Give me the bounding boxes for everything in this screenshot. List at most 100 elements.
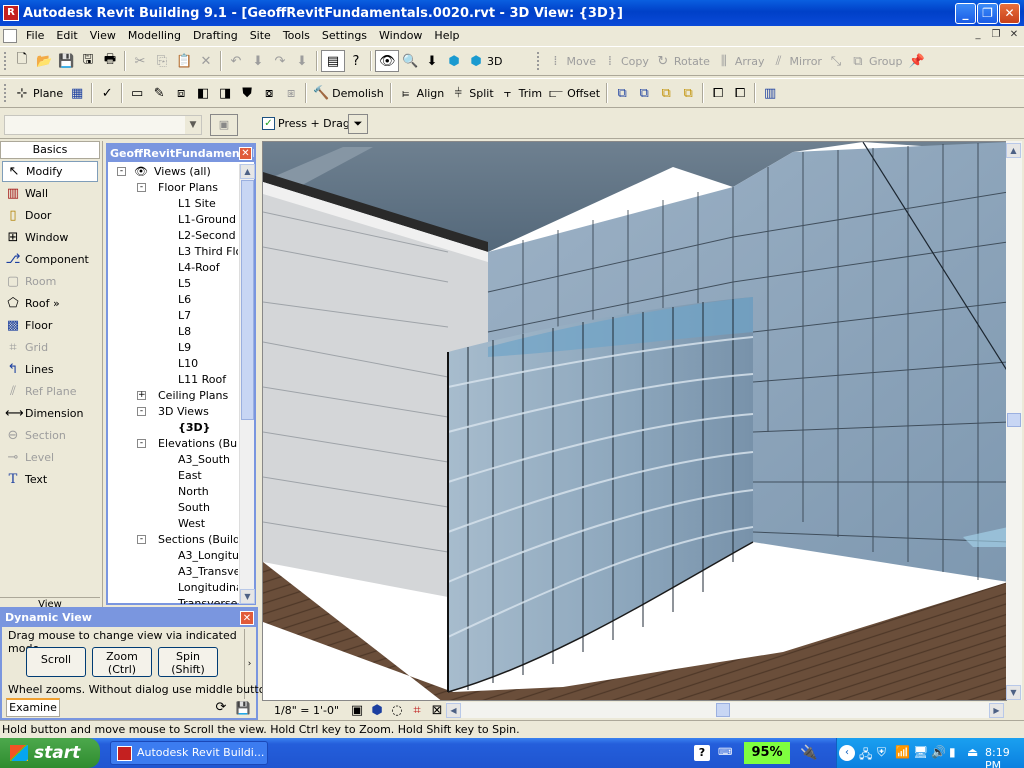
whats-this-button[interactable]: ?: [345, 50, 367, 72]
type-properties-button[interactable]: ▭: [126, 82, 148, 104]
tree-view-item[interactable]: L11 Roof: [178, 372, 226, 388]
viewport-vertical-scrollbar[interactable]: ▲ ▼: [1006, 141, 1022, 700]
dynamic-view-button[interactable]: 👁: [375, 50, 399, 72]
design-item-modify[interactable]: ↖ Modify: [2, 161, 98, 182]
tree-view-item[interactable]: Longitudinal: [178, 580, 238, 596]
split-face-button[interactable]: ◨: [214, 82, 236, 104]
tree-view-item[interactable]: L3 Third Floor: [178, 244, 238, 260]
properties-button[interactable]: ▤: [321, 50, 345, 72]
dimension-toolbar-button[interactable]: ▥: [759, 82, 781, 104]
tree-category[interactable]: 3D Views: [158, 404, 209, 420]
tree-expander[interactable]: -: [137, 535, 146, 544]
linework-button[interactable]: ⧆: [280, 82, 302, 104]
redo-list-button[interactable]: ⬇: [291, 50, 313, 72]
tree-view-item[interactable]: {3D}: [178, 420, 210, 436]
design-item-component[interactable]: ⎇ Component: [2, 249, 98, 270]
copy-button[interactable]: ⁞ Copy: [599, 50, 652, 72]
tree-view-item[interactable]: Transverse: [178, 596, 237, 604]
clock[interactable]: 8:19 PM: [985, 746, 1024, 768]
undo-button[interactable]: ↶: [225, 50, 247, 72]
tree-view-item[interactable]: A3_Transverse: [178, 564, 238, 580]
show-work-plane-button[interactable]: ▦: [66, 82, 88, 104]
paint-button[interactable]: ⛊: [236, 82, 258, 104]
trim-button[interactable]: ⫟ Trim: [497, 82, 545, 104]
move-button[interactable]: ⁞ Move: [544, 50, 599, 72]
design-item-door[interactable]: ▯ Door: [2, 205, 98, 226]
scroll-down-arrow-icon[interactable]: ▼: [240, 589, 255, 604]
tree-view-item[interactable]: A3_Longitudinal: [178, 548, 238, 564]
press-drag-checkbox[interactable]: ✓: [262, 117, 275, 130]
design-item-floor[interactable]: ▩ Floor: [2, 315, 98, 336]
scroll-up-arrow-icon[interactable]: ▲: [240, 164, 255, 179]
save-view-icon[interactable]: 💾: [234, 699, 252, 717]
warnings-button[interactable]: ⧉: [677, 82, 699, 104]
vertical-scroll-thumb[interactable]: [1007, 413, 1021, 427]
battery-meter[interactable]: 95%: [744, 742, 790, 764]
scroll-left-arrow-icon[interactable]: ◀: [446, 703, 461, 718]
copy-monitor-button[interactable]: ⧉: [611, 82, 633, 104]
detail-level-icon[interactable]: ▣: [349, 703, 365, 718]
menu-help[interactable]: Help: [428, 29, 465, 42]
wall-joins-button[interactable]: ⧇: [258, 82, 280, 104]
align-button[interactable]: ⫢ Align: [395, 82, 448, 104]
tree-view-item[interactable]: L9: [178, 340, 191, 356]
3d-view-button[interactable]: ⬢ 3D: [465, 50, 505, 72]
print-button[interactable]: 🖶: [99, 50, 121, 72]
security-icon[interactable]: ⛨: [877, 745, 886, 760]
filter-button[interactable]: ⏷: [348, 114, 368, 134]
start-button[interactable]: start: [0, 738, 100, 768]
tree-view-item[interactable]: L4-Roof: [178, 260, 220, 276]
manage-links-button[interactable]: ⧠: [729, 82, 751, 104]
menu-settings[interactable]: Settings: [316, 29, 373, 42]
tab-examine[interactable]: Examine: [6, 698, 60, 717]
dynamic-view-title[interactable]: Dynamic View: [2, 609, 256, 627]
view-scale[interactable]: 1/8" = 1'-0": [274, 704, 339, 717]
zoom-mode-button[interactable]: Zoom (Ctrl): [92, 647, 152, 677]
design-item-section[interactable]: ⊖ Section: [2, 425, 98, 446]
project-browser-scroll-thumb[interactable]: [241, 180, 254, 420]
scroll-right-arrow-icon[interactable]: ▶: [989, 703, 1004, 718]
copy-clip-button[interactable]: ⎘: [151, 50, 173, 72]
volume-icon[interactable]: 🔊: [931, 745, 946, 759]
design-item-ref-plane[interactable]: ⫽ Ref Plane: [2, 381, 98, 402]
crop-region-icon[interactable]: ⌗: [409, 703, 425, 718]
save-button[interactable]: 💾: [55, 50, 77, 72]
minimize-button[interactable]: _: [955, 3, 976, 24]
open-button[interactable]: 📂: [33, 50, 55, 72]
model-graphics-style-icon[interactable]: ⬢: [369, 703, 385, 718]
usb-icon[interactable]: ⏏: [967, 745, 978, 759]
tree-view-item[interactable]: West: [178, 516, 205, 532]
document-icon[interactable]: [3, 28, 17, 43]
tree-expander[interactable]: -: [137, 439, 146, 448]
offset-button[interactable]: ⫍ Offset: [545, 82, 603, 104]
tree-view-item[interactable]: L8: [178, 324, 191, 340]
menu-site[interactable]: Site: [244, 29, 277, 42]
title-bar[interactable]: R Autodesk Revit Building 9.1 - [GeoffRe…: [0, 0, 1024, 26]
pin-button[interactable]: 📌: [905, 50, 927, 72]
project-browser-scrollbar[interactable]: ▲ ▼: [239, 164, 255, 604]
tree-expander[interactable]: -: [137, 183, 146, 192]
work-plane-button[interactable]: ⊹ Plane: [11, 82, 66, 104]
design-item-roof[interactable]: ⬠ Roof »: [2, 293, 98, 314]
mdi-restore-button[interactable]: ❐: [988, 28, 1004, 42]
tree-view-item[interactable]: L5: [178, 276, 191, 292]
display-icon[interactable]: 🖥: [913, 745, 928, 759]
shading-button[interactable]: ⬢: [443, 50, 465, 72]
tree-category[interactable]: Ceiling Plans: [158, 388, 228, 404]
power-plug-icon[interactable]: 🔌: [800, 744, 824, 762]
hide-crop-icon[interactable]: ⊠: [429, 703, 445, 718]
match-type-button[interactable]: ✎: [148, 82, 170, 104]
link-button[interactable]: ⧠: [707, 82, 729, 104]
array-button[interactable]: ⫼ Array: [713, 50, 768, 72]
demolish-button[interactable]: 🔨 Demolish: [310, 82, 387, 104]
tree-category[interactable]: Sections (Building Section): [158, 532, 238, 548]
delete-button[interactable]: ✕: [195, 50, 217, 72]
menu-view[interactable]: View: [84, 29, 122, 42]
dynamic-view-close-button[interactable]: ✕: [240, 611, 254, 625]
menu-edit[interactable]: Edit: [50, 29, 83, 42]
join-geometry-button[interactable]: ⧈: [170, 82, 192, 104]
undo-list-button[interactable]: ⬇: [247, 50, 269, 72]
menu-file[interactable]: File: [20, 29, 50, 42]
horizontal-scroll-thumb[interactable]: [716, 703, 730, 717]
project-browser-close-button[interactable]: ✕: [239, 147, 252, 160]
